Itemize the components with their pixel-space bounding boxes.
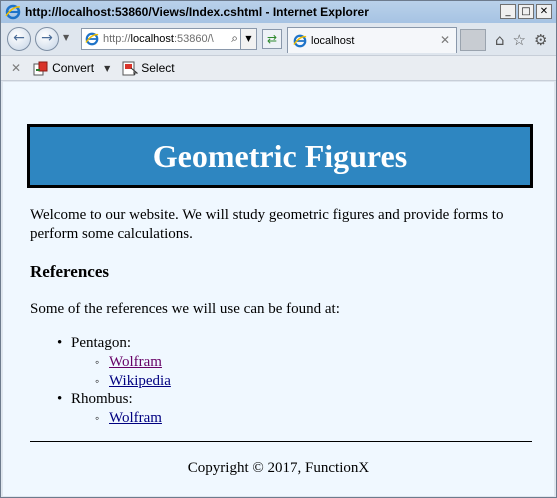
ie-page-icon <box>85 32 99 46</box>
select-button[interactable]: Select <box>122 61 175 76</box>
toolbar-icons: ⌂ ☆ ⚙ <box>495 31 547 49</box>
navigation-bar: ← → ▼ http://localhost:53860/\ ⌕ ▼ ⇄ loc… <box>1 23 556 55</box>
convert-icon <box>33 61 49 76</box>
window-controls: _ □ ✕ <box>500 4 552 19</box>
ie-tab-icon <box>293 34 307 48</box>
intro-paragraph: Welcome to our website. We will study ge… <box>30 207 504 242</box>
list-item: ◦ Wolfram <box>95 354 162 370</box>
internet-explorer-icon <box>5 4 21 20</box>
close-toolbar-icon[interactable]: ✕ <box>11 61 21 75</box>
page-content: Geometric Figures Welcome to our website… <box>3 82 554 496</box>
references-heading: References <box>30 262 109 281</box>
window-title: http://localhost:53860/Views/Index.cshtm… <box>25 5 369 19</box>
tab-title: localhost <box>311 34 355 47</box>
list-item-label: Pentagon: <box>71 335 131 351</box>
list-item: • Pentagon: <box>57 335 131 351</box>
select-label: Select <box>141 61 175 75</box>
address-dropdown-icon[interactable]: ▼ <box>240 29 256 49</box>
footer-divider <box>30 441 532 442</box>
page-title: Geometric Figures <box>152 137 408 174</box>
tab-close-icon[interactable]: ✕ <box>440 33 450 47</box>
title-bar: http://localhost:53860/Views/Index.cshtm… <box>1 1 556 23</box>
settings-gear-icon[interactable]: ⚙ <box>534 31 547 49</box>
pentagon-wikipedia-link[interactable]: Wikipedia <box>109 373 171 389</box>
list-item-label: Rhombus: <box>71 391 133 407</box>
history-dropdown-icon[interactable]: ▼ <box>63 33 69 42</box>
page-banner: Geometric Figures <box>27 124 533 188</box>
command-bar: ✕ Convert ▼ Select <box>1 55 556 81</box>
search-icon[interactable]: ⌕ <box>231 31 238 46</box>
browser-window: http://localhost:53860/Views/Index.cshtm… <box>0 0 557 498</box>
list-item: ◦ Wikipedia <box>95 373 171 389</box>
maximize-button[interactable]: □ <box>518 4 534 19</box>
minimize-button[interactable]: _ <box>500 4 516 19</box>
references-lead: Some of the references we will use can b… <box>30 301 340 317</box>
list-item: • Rhombus: <box>57 391 133 407</box>
close-button[interactable]: ✕ <box>536 4 552 19</box>
select-icon <box>122 61 139 76</box>
back-arrow-icon[interactable]: ← <box>7 27 31 51</box>
home-icon[interactable]: ⌂ <box>495 31 505 49</box>
footer-copyright: Copyright © 2017, FunctionX <box>187 460 370 476</box>
convert-dropdown-icon[interactable]: ▼ <box>104 64 110 73</box>
refresh-icon[interactable]: ⇄ <box>262 29 282 49</box>
convert-label: Convert <box>52 61 95 75</box>
new-tab-button[interactable] <box>460 29 486 51</box>
pentagon-wolfram-link[interactable]: Wolfram <box>109 354 162 370</box>
address-bar[interactable]: http://localhost:53860/\ ⌕ ▼ <box>81 28 257 50</box>
address-text: http://localhost:53860/\ <box>103 33 214 45</box>
convert-button[interactable]: Convert ▼ <box>33 61 110 76</box>
list-item: ◦ Wolfram <box>95 410 162 426</box>
favorites-star-icon[interactable]: ☆ <box>513 31 526 49</box>
forward-arrow-icon[interactable]: → <box>35 27 59 51</box>
tab-localhost[interactable]: localhost ✕ <box>287 27 457 53</box>
rhombus-wolfram-link[interactable]: Wolfram <box>109 410 162 426</box>
